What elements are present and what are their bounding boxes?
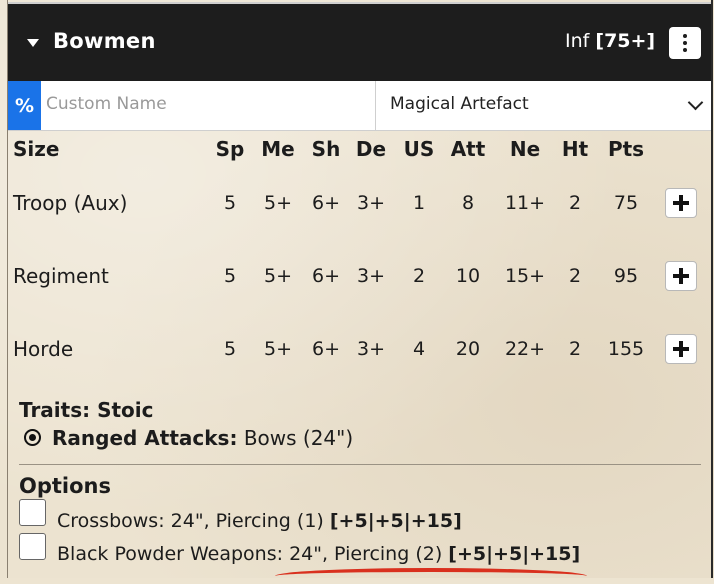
header-me: Me	[261, 137, 295, 161]
chevron-down-icon[interactable]	[687, 94, 704, 111]
custom-name-input[interactable]: Custom Name	[46, 94, 366, 114]
header-ht: Ht	[561, 137, 589, 161]
stat-sp: 5	[223, 265, 237, 287]
stat-ne: 15+	[504, 265, 546, 287]
ranged-attacks: Ranged Attacks: Bows (24")	[52, 426, 353, 450]
option-price: [+5|+5|+15]	[329, 510, 462, 532]
size-label: Regiment	[13, 264, 109, 288]
header-pts: Pts	[607, 137, 645, 161]
header-de: De	[355, 137, 387, 161]
stat-us: 1	[412, 192, 426, 214]
stat-ht: 2	[568, 192, 582, 214]
stat-sp: 5	[223, 192, 237, 214]
kebab-menu-button[interactable]	[669, 27, 701, 59]
option-crossbows[interactable]: Crossbows: 24", Piercing (1) [+5|+5|+15]	[57, 510, 462, 532]
stat-us: 4	[412, 338, 426, 360]
header-size: Size	[13, 137, 60, 161]
header-sh: Sh	[311, 137, 341, 161]
ranged-attacks-label: Ranged Attacks:	[52, 426, 238, 450]
stat-me: 5+	[263, 192, 293, 214]
stat-de: 3+	[356, 338, 386, 360]
stat-sh: 6+	[311, 192, 341, 214]
add-horde-button[interactable]	[665, 334, 697, 364]
traits-label: Traits: Stoic	[19, 398, 154, 422]
target-icon-center	[29, 434, 36, 441]
stat-ht: 2	[568, 265, 582, 287]
ranged-attacks-value: Bows (24")	[243, 426, 354, 450]
kebab-menu-icon	[683, 34, 687, 38]
size-label: Troop (Aux)	[13, 191, 128, 215]
stat-pts: 75	[613, 192, 639, 214]
magical-artefact-select[interactable]: Magical Artefact	[390, 94, 529, 114]
header-us: US	[403, 137, 435, 161]
stat-att: 8	[461, 192, 475, 214]
field-divider	[375, 81, 376, 130]
unit-header[interactable]: Bowmen Inf [75+]	[8, 2, 711, 81]
unit-type: Inf	[565, 30, 590, 52]
stat-us: 2	[412, 265, 426, 287]
options-title: Options	[19, 474, 111, 498]
section-divider	[19, 464, 701, 465]
add-regiment-button[interactable]	[665, 261, 697, 291]
kebab-menu-icon	[683, 48, 687, 52]
unit-cost: [75+]	[595, 30, 656, 52]
collapse-triangle-icon[interactable]	[27, 39, 39, 47]
stat-pts: 95	[613, 265, 639, 287]
stat-de: 3+	[356, 265, 386, 287]
stat-ne: 22+	[504, 338, 546, 360]
size-label: Horde	[13, 337, 74, 361]
stat-sh: 6+	[311, 338, 341, 360]
red-annotation-stroke	[275, 568, 587, 584]
header-sp: Sp	[215, 137, 245, 161]
option-price: [+5|+5|+15]	[448, 543, 581, 565]
option-text: Crossbows: 24", Piercing (1)	[57, 510, 324, 532]
unit-name: Bowmen	[53, 29, 156, 53]
plus-icon	[679, 341, 683, 357]
unit-type-cost: Inf [75+]	[565, 30, 655, 52]
stat-me: 5+	[263, 265, 293, 287]
stat-ne: 11+	[504, 192, 546, 214]
black-powder-checkbox[interactable]	[19, 533, 46, 560]
header-ne: Ne	[509, 137, 541, 161]
right-border	[711, 0, 713, 578]
option-text: Black Powder Weapons: 24", Piercing (2)	[57, 543, 443, 565]
percent-icon[interactable]: %	[8, 81, 41, 130]
stat-att: 10	[455, 265, 481, 287]
add-troop-button[interactable]	[665, 188, 697, 218]
plus-icon	[679, 268, 683, 284]
stat-ht: 2	[568, 338, 582, 360]
custom-name-row: % Custom Name Magical Artefact	[8, 81, 711, 131]
stat-pts: 155	[607, 338, 645, 360]
header-att: Att	[450, 137, 486, 161]
kebab-menu-icon	[683, 41, 687, 45]
stat-de: 3+	[356, 192, 386, 214]
stat-att: 20	[455, 338, 481, 360]
option-black-powder[interactable]: Black Powder Weapons: 24", Piercing (2) …	[57, 543, 580, 565]
stat-sp: 5	[223, 338, 237, 360]
stat-me: 5+	[263, 338, 293, 360]
crossbows-checkbox[interactable]	[19, 499, 46, 526]
header-top-line	[8, 2, 711, 4]
stat-sh: 6+	[311, 265, 341, 287]
target-icon	[24, 429, 41, 446]
plus-icon	[679, 195, 683, 211]
